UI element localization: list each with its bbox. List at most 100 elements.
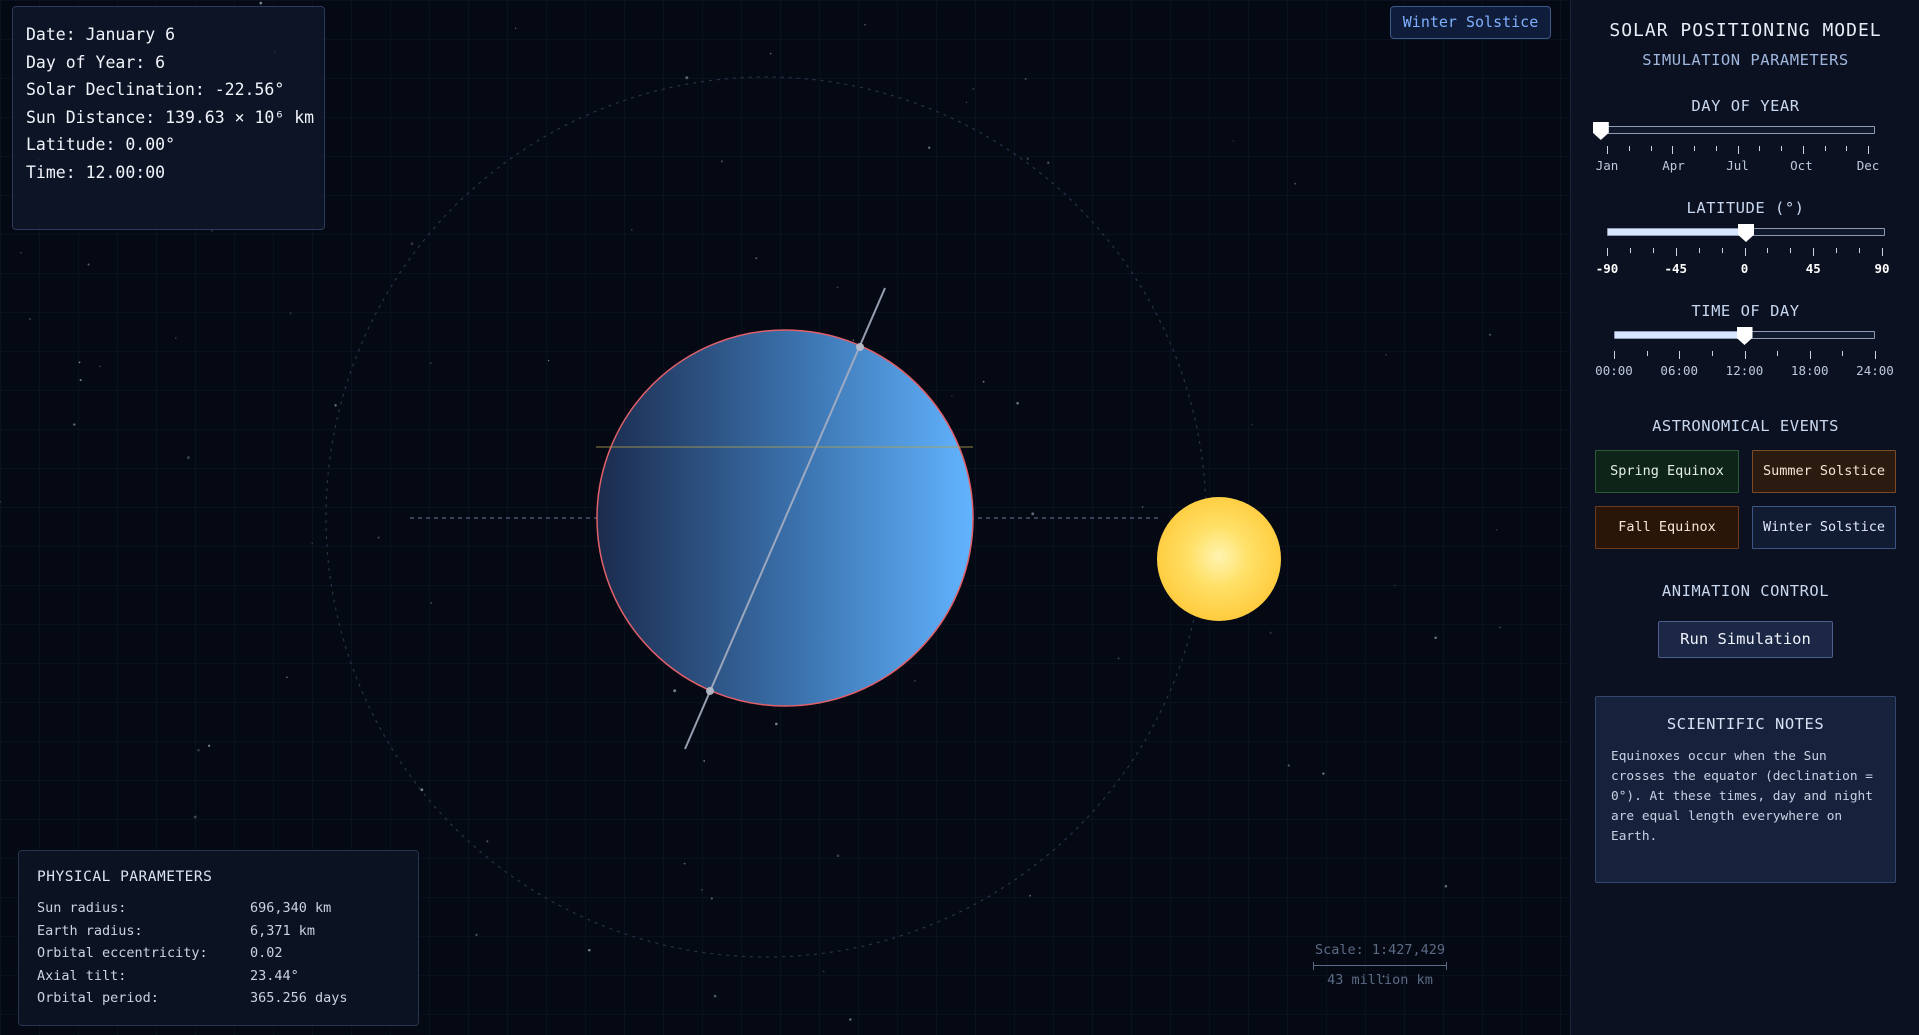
param-label: Sun radius: (37, 900, 127, 916)
spring-equinox-button[interactable]: Spring Equinox (1595, 450, 1739, 493)
star (1251, 423, 1253, 426)
time-of-day-slider[interactable] (1614, 327, 1875, 345)
tick-label: -90 (1595, 261, 1619, 276)
star (720, 160, 723, 163)
star (1141, 506, 1144, 508)
slider-fill (1615, 332, 1745, 338)
param-label: Axial tilt: (37, 967, 127, 984)
day-of-year-slider[interactable] (1592, 122, 1875, 140)
tick-mark (1672, 146, 1674, 154)
star (630, 228, 633, 231)
slider-fill (1608, 229, 1746, 235)
latitude-slider[interactable] (1607, 224, 1885, 242)
info-panel: Date: January 6 Day of Year: 6 Solar Dec… (12, 6, 325, 230)
star (207, 744, 211, 747)
star (1384, 353, 1387, 356)
declination-readout: Solar Declination: -22.56° (26, 80, 285, 99)
param-row: Axial tilt: 23.44° (37, 965, 400, 988)
star (1269, 631, 1272, 634)
tick-mark (1875, 351, 1876, 359)
tick-mark (1836, 248, 1838, 253)
star (1016, 401, 1019, 405)
south-pole-marker (706, 687, 714, 695)
sun (1157, 497, 1281, 621)
tick-mark (1868, 146, 1869, 154)
tick-label: 24:00 (1856, 363, 1894, 378)
slider-track (1597, 126, 1875, 134)
run-simulation-button[interactable]: Run Simulation (1658, 621, 1833, 658)
tick-mark (1614, 351, 1615, 359)
star (20, 251, 22, 254)
date-readout: Date: January 6 (26, 25, 176, 44)
simulation-canvas: Date: January 6 Day of Year: 6 Solar Dec… (0, 0, 1570, 1035)
star (1026, 157, 1030, 160)
param-row: Earth radius: 6,371 km (37, 920, 400, 943)
star (1117, 657, 1120, 660)
star (429, 362, 432, 365)
tick-label: Jan (1595, 158, 1619, 173)
tick-mark (1679, 351, 1681, 359)
star (1232, 139, 1235, 142)
tick-mark (1859, 248, 1861, 253)
latitude-label: LATITUDE (°) (1686, 199, 1805, 217)
tick-mark (1790, 248, 1792, 253)
tick-mark (1882, 248, 1883, 256)
star (1047, 161, 1050, 164)
star (290, 312, 292, 314)
star (410, 242, 414, 246)
tick-mark (1767, 248, 1769, 253)
star (334, 404, 337, 407)
star (99, 365, 101, 368)
star (710, 897, 713, 900)
tick-mark (1737, 146, 1739, 154)
star (1489, 333, 1492, 336)
star (1499, 626, 1502, 629)
tick-mark (1744, 248, 1746, 256)
tick-mark (1781, 146, 1782, 151)
scale-distance: 43 million km (1327, 972, 1433, 988)
scale-label: Scale: 1:427,429 (1314, 942, 1446, 958)
summer-solstice-button[interactable]: Summer Solstice (1752, 450, 1896, 493)
star (73, 423, 76, 426)
star (673, 689, 677, 693)
star (913, 679, 916, 682)
star (982, 380, 985, 383)
day-of-year-readout: Day of Year: 6 (26, 52, 166, 72)
tick-mark (1629, 248, 1631, 253)
star (193, 815, 197, 819)
star (1031, 512, 1035, 516)
time-readout: Time: 12.00:00 (26, 162, 166, 182)
tick-mark (1809, 351, 1811, 359)
time-of-day-label: TIME OF DAY (1691, 302, 1800, 320)
slider-thumb[interactable] (1592, 122, 1609, 140)
app-title: SOLAR POSITIONING MODEL (1609, 20, 1882, 41)
param-value: 23.44° (250, 967, 299, 984)
param-row: Sun radius: 696,340 km (37, 897, 400, 920)
param-value: 0.02 (250, 945, 283, 961)
latitude-readout: Latitude: 0.00° (26, 135, 176, 154)
scientific-notes-title: SCIENTIFIC NOTES (1666, 715, 1825, 733)
tick-label: 90 (1874, 261, 1890, 276)
slider-thumb[interactable] (1738, 224, 1754, 242)
winter-solstice-button[interactable]: Winter Solstice (1752, 506, 1896, 549)
param-row: Orbital eccentricity: 0.02 (37, 942, 400, 965)
day-of-year-label: DAY OF YEAR (1691, 97, 1800, 115)
slider-thumb[interactable] (1736, 327, 1753, 345)
star (1434, 636, 1437, 640)
star (79, 379, 82, 382)
star (864, 23, 866, 26)
tick-mark (1698, 248, 1700, 253)
star (286, 676, 288, 679)
fall-equinox-button[interactable]: Fall Equinox (1595, 506, 1739, 549)
star (965, 101, 968, 104)
param-label: Orbital period: (37, 990, 159, 1006)
star (1496, 529, 1498, 531)
astronomical-events-label: ASTRONOMICAL EVENTS (1652, 417, 1839, 435)
current-event-badge: Winter Solstice (1390, 6, 1551, 39)
tick-label: Jul (1726, 158, 1749, 173)
tick-mark (1652, 248, 1654, 253)
param-value: 365.256 days (250, 990, 348, 1006)
star (685, 76, 689, 80)
scale-bar (1313, 962, 1447, 970)
star (823, 970, 825, 973)
